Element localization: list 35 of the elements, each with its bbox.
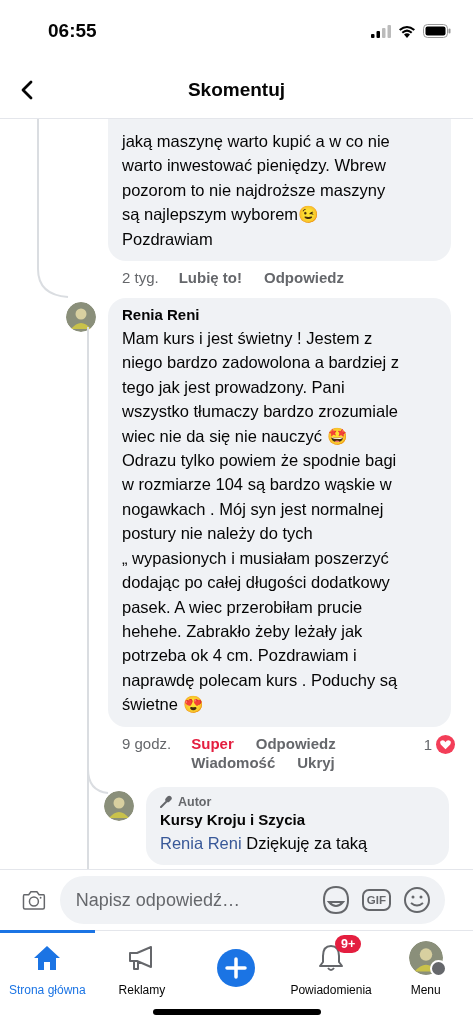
notification-badge: 9+ [335,935,362,953]
action-link[interactable]: Super [191,734,234,752]
mention-link[interactable]: Renia Reni [160,833,242,852]
author-name[interactable]: Renia Reni [122,306,437,324]
action-link[interactable]: Odpowiedz [264,269,344,287]
author-name[interactable]: Kursy Kroju i Szycia [160,810,435,828]
tab-button[interactable]: Reklamy [94,930,190,1003]
action-link[interactable]: Ukryj [297,753,335,771]
comment-text: jaką maszynę warto kupić a w co nie warto inwestować pieniędzy. Wbrew pozorom to nie najdroższe maszyny są najlepszym wyborem😉 Pozdrawiam [122,131,391,250]
tab-button[interactable]: Strona główna [0,930,95,1003]
clock-time: 06:55 [48,20,97,42]
action-link[interactable]: Odpowiedz [255,734,336,752]
plus-icon [217,949,256,987]
gif-button[interactable]: GIF [361,889,391,911]
wifi-icon [398,24,416,38]
reaction-count: 1 [423,735,432,753]
page-title: Skomentuj [187,79,286,101]
avatar[interactable] [104,790,134,821]
reply-field[interactable]: Napisz odpowiedź… GIF [59,876,445,924]
tab-button[interactable]: Menu [378,930,473,1003]
avatar[interactable] [66,302,96,333]
timestamp: 9 godz. [122,734,172,752]
action-link[interactable]: Wiadomość [191,753,276,771]
microphone-icon [160,795,173,809]
emoji-icon[interactable] [403,886,431,914]
back-icon[interactable] [20,80,34,100]
timestamp: 2 tyg. [122,269,159,287]
tab-button[interactable]: 9+ Powiadomienia [283,930,379,1003]
comment-text: Renia Reni Dziękuję za taką [160,832,369,854]
author-label: Autor [178,794,212,809]
battery-icon [423,24,451,38]
action-link[interactable]: Lubię to! [178,269,242,287]
sticker-icon[interactable] [321,885,350,915]
signal-icon [371,24,391,38]
comment-text: Mam kurs i jest świetny ! Jestem z niego bardzo zadowolona a bardziej z tego jak jest prowadzony. Pani wszystko tłumaczy bardzo zrozumiale wiec nie da się nie nauczyć 🤩 Odrazu tylko powiem że spodnie bagi w rozmiarze 104 są bardzo wąskie w nogawkach . Mój syn jest normalnej postury nie należy do tych „ wypasionych i musiałam poszerzyć dodając po całej długości dodatkowy pasek. A wiec przerobiłam prucie hehehe. Zabrakło żeby leżały jak potrzeba ok 4 cm. Pozdrawiam i naprawdę polecam kurs . Poduchy są świetne 😍 [122,328,401,716]
